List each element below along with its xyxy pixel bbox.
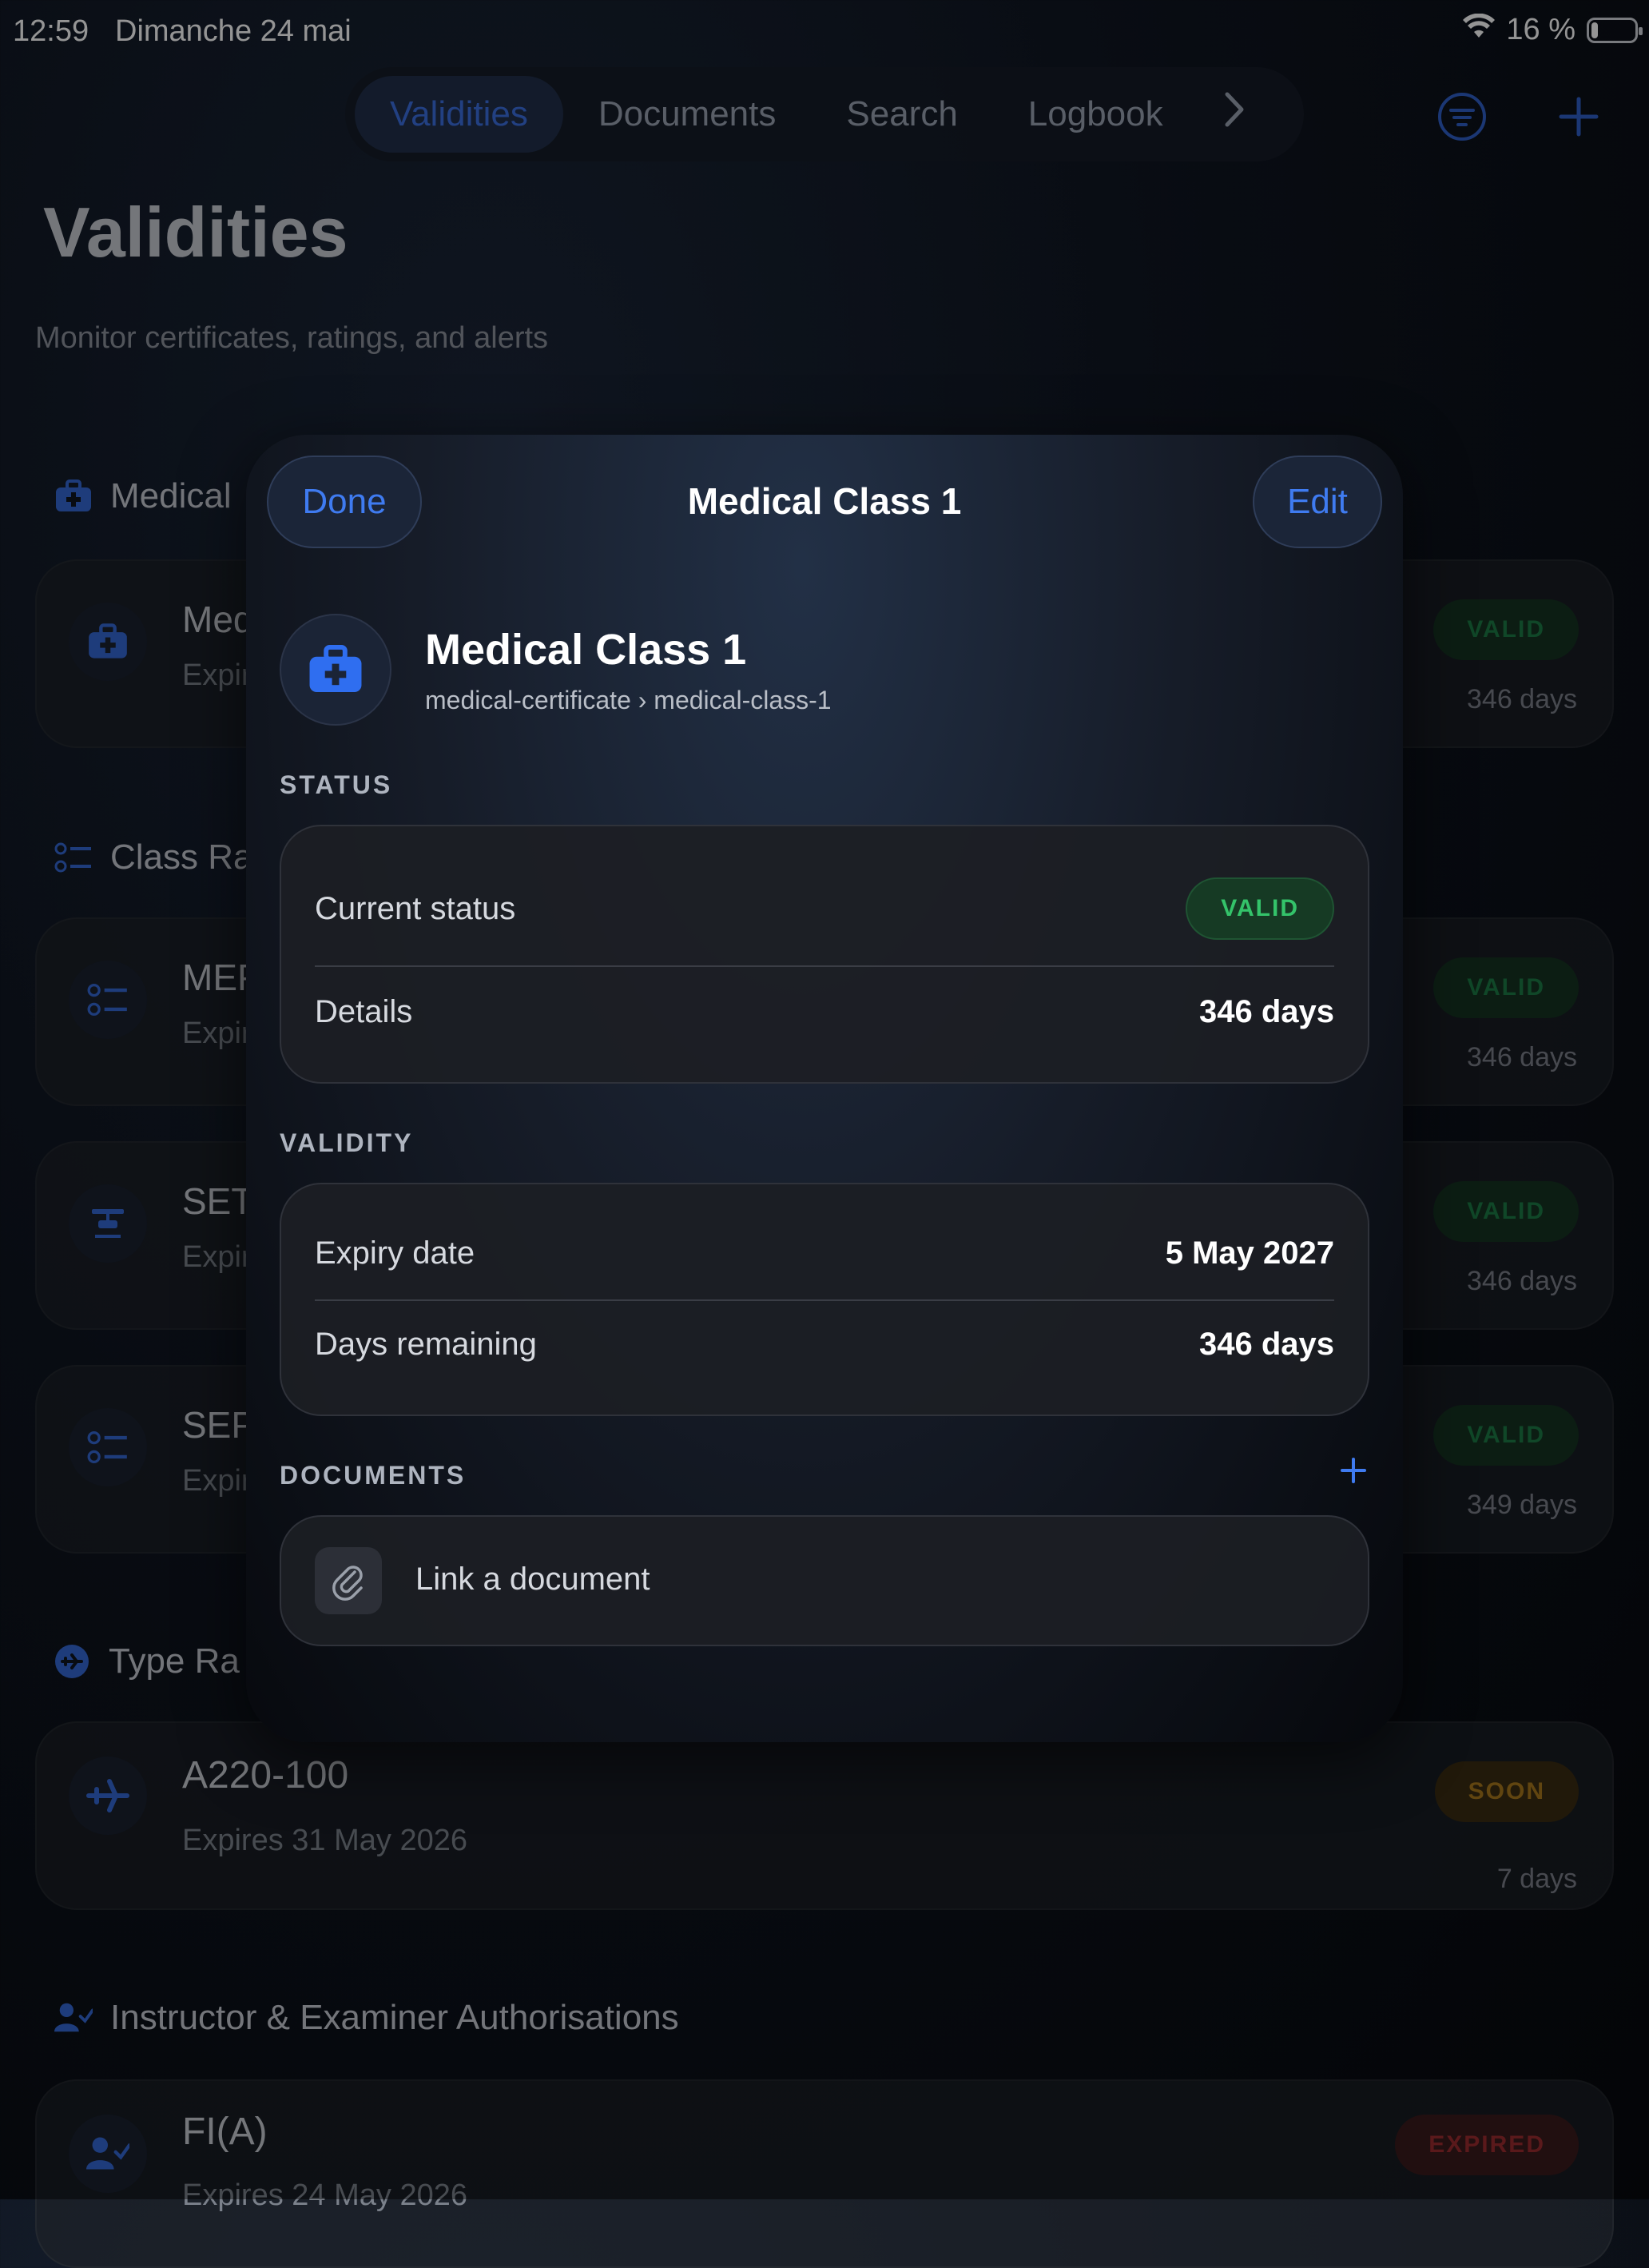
validity-section-label: VALIDITY — [280, 1128, 414, 1157]
item-title: Medical Class 1 — [425, 626, 747, 674]
documents-section-label: DOCUMENTS — [280, 1461, 467, 1490]
item-path: medical-certificate › medical-class-1 — [425, 686, 832, 714]
expiry-label: Expiry date — [315, 1235, 475, 1271]
link-document-button[interactable]: Link a document — [280, 1515, 1369, 1646]
details-value: 346 days — [1198, 994, 1334, 1029]
status-badge: VALID — [1186, 877, 1334, 940]
sheet-title: Medical Class 1 — [687, 480, 962, 522]
status-section-label: STATUS — [280, 770, 393, 799]
current-status-row: Current status VALID — [315, 877, 1334, 940]
details-label: Details — [315, 994, 413, 1029]
plus-icon — [1339, 1458, 1368, 1488]
paperclip-icon — [315, 1547, 382, 1614]
medical-bag-icon — [280, 614, 391, 726]
edit-button[interactable]: Edit — [1253, 456, 1382, 548]
link-document-label: Link a document — [415, 1562, 650, 1597]
divider — [315, 1299, 1334, 1301]
details-row: Details 346 days — [315, 994, 1334, 1030]
detail-sheet: Done Medical Class 1 Edit Medical Class … — [246, 435, 1403, 1742]
status-group: Current status VALID Details 346 days — [280, 825, 1369, 1084]
expiry-value: 5 May 2027 — [1165, 1235, 1334, 1271]
days-remaining-row: Days remaining 346 days — [315, 1327, 1334, 1363]
remaining-value: 346 days — [1198, 1327, 1334, 1362]
remaining-label: Days remaining — [315, 1327, 537, 1362]
expiry-row: Expiry date 5 May 2027 — [315, 1235, 1334, 1271]
current-status-label: Current status — [315, 890, 516, 926]
add-document-button[interactable] — [1339, 1456, 1368, 1489]
divider — [315, 965, 1334, 967]
validity-group: Expiry date 5 May 2027 Days remaining 34… — [280, 1183, 1369, 1416]
